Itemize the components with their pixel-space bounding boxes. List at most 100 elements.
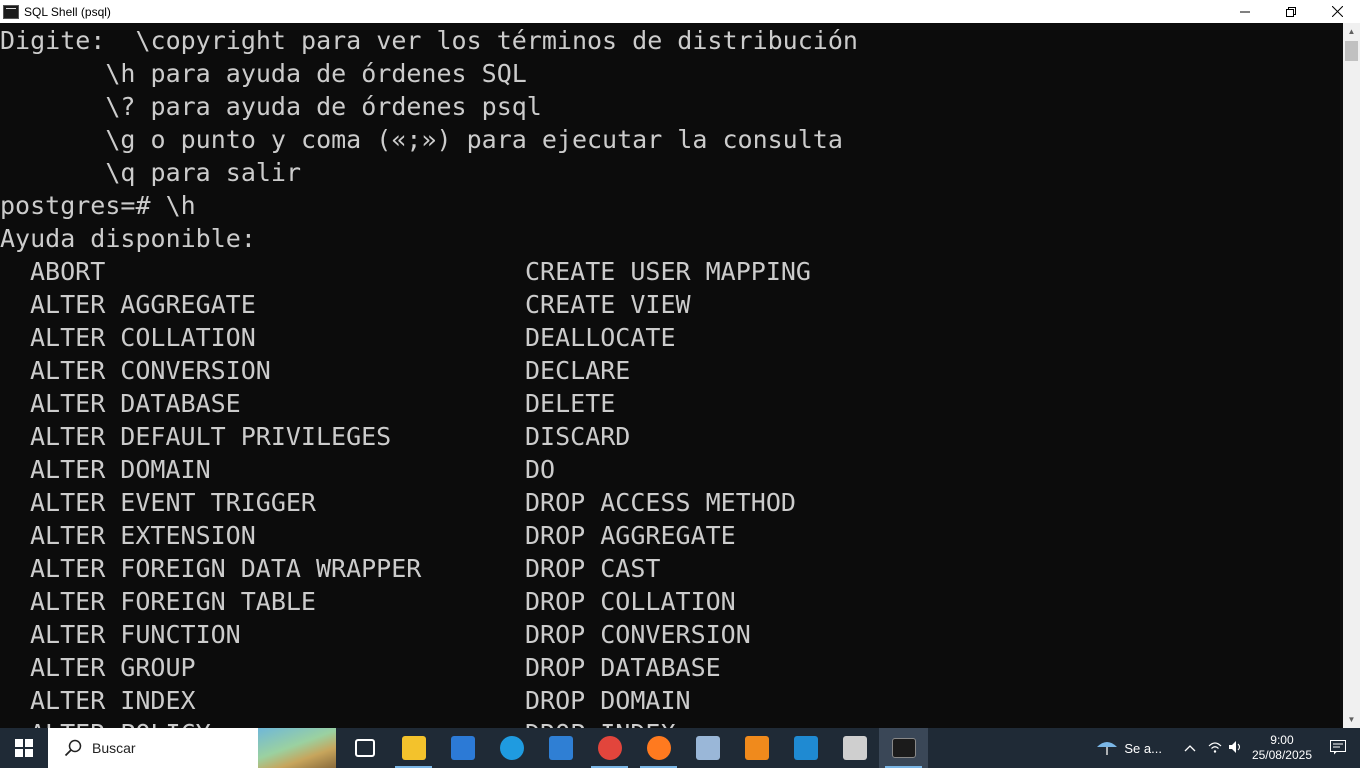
scroll-down-icon[interactable]: ▼ [1343,711,1360,728]
terminal-line: \g o punto y coma («;») para ejecutar la… [0,125,843,154]
close-icon [1331,6,1343,17]
help-command-left: ALTER CONVERSION [30,356,271,385]
virtualbox-icon [695,736,720,760]
help-row: ALTER FOREIGN TABLE DROP COLLATION [0,585,1343,618]
system-tray: Se a... 9:00 25/08/2025 [1096,728,1360,768]
help-command-left: ALTER FOREIGN DATA WRAPPER [30,554,422,583]
help-row: ALTER AGGREGATE CREATE VIEW [0,288,1343,321]
help-command-right: DROP DOMAIN [525,686,691,715]
vertical-scrollbar[interactable]: ▲ ▼ [1343,23,1360,728]
terminal-output[interactable]: Digite: \copyright para ver los términos… [0,23,1343,728]
help-command-right: DEALLOCATE [525,323,676,352]
restore-button[interactable] [1268,0,1314,23]
terminal-line: postgres=# \h [0,191,196,220]
weather-text[interactable]: Se a... [1124,741,1162,756]
window-title: SQL Shell (psql) [24,4,111,19]
terminal-line: \? para ayuda de órdenes psql [0,92,542,121]
help-command-right: DROP INDEX [525,717,676,728]
taskbar-app-task-view[interactable] [340,728,389,768]
search-placeholder: Buscar [92,740,136,756]
help-command-left: ALTER POLICY [30,717,211,728]
help-command-right: DELETE [525,389,616,418]
help-command-right: DECLARE [525,356,631,385]
help-command-right: DROP CONVERSION [525,620,751,649]
scrollbar-thumb[interactable] [1345,41,1358,61]
terminal-app-icon [3,4,19,19]
volume-icon[interactable] [1228,740,1244,757]
search-icon [62,737,84,759]
mail-icon [548,736,573,760]
search-highlight-image [258,728,336,768]
clock-time: 9:00 [1270,733,1294,747]
taskbar-app-sublime-text[interactable] [732,728,781,768]
help-row: ALTER FOREIGN DATA WRAPPER DROP CAST [0,552,1343,585]
help-row: ALTER EVENT TRIGGER DROP ACCESS METHOD [0,486,1343,519]
taskbar-app-edge[interactable] [487,728,536,768]
terminal-line: \q para salir [0,158,302,187]
help-command-left: ALTER GROUP [30,653,196,682]
task-view-icon [354,739,375,757]
clock[interactable]: 9:00 25/08/2025 [1252,733,1312,763]
help-command-right: DROP AGGREGATE [525,521,736,550]
help-row: ALTER DOMAIN DO [0,453,1343,486]
taskbar-app-microsoft-store[interactable] [438,728,487,768]
window-title-bar: SQL Shell (psql) [0,0,1360,23]
terminal-line: Digite: \copyright para ver los términos… [0,26,858,55]
microsoft-store-icon [450,736,475,760]
show-hidden-icons-chevron-icon[interactable] [1184,741,1196,755]
help-row: ALTER DEFAULT PRIVILEGES DISCARD [0,420,1343,453]
taskbar: Buscar Se a... 9:00 25/08/2025 [0,728,1360,768]
help-command-left: ALTER DATABASE [30,389,241,418]
taskbar-app-mail[interactable] [536,728,585,768]
taskbar-app-paint[interactable] [830,728,879,768]
help-command-right: CREATE USER MAPPING [525,257,811,286]
help-row: ALTER CONVERSION DECLARE [0,354,1343,387]
edge-icon [499,736,524,760]
network-icon[interactable] [1208,741,1222,756]
help-row: ALTER FUNCTION DROP CONVERSION [0,618,1343,651]
scroll-up-icon[interactable]: ▲ [1343,23,1360,40]
help-row: ALTER GROUP DROP DATABASE [0,651,1343,684]
firefox-icon [646,736,671,760]
clock-date: 25/08/2025 [1251,748,1312,762]
help-row: ALTER COLLATION DEALLOCATE [0,321,1343,354]
taskbar-app-vscode[interactable] [781,728,830,768]
restore-icon [1286,6,1296,17]
help-command-left: ALTER AGGREGATE [30,290,256,319]
chrome-icon [597,736,622,760]
help-command-right: DROP DATABASE [525,653,721,682]
start-button[interactable] [0,728,48,768]
terminal-line: \h para ayuda de órdenes SQL [0,59,527,88]
help-row: ALTER EXTENSION DROP AGGREGATE [0,519,1343,552]
notifications-icon[interactable] [1330,739,1346,758]
minimize-button[interactable] [1222,0,1268,23]
weather-icon[interactable] [1096,737,1118,760]
vscode-icon [793,736,818,760]
help-command-right: DISCARD [525,422,631,451]
taskbar-app-virtualbox[interactable] [683,728,732,768]
help-command-left: ABORT [30,257,106,286]
help-row: ALTER DATABASE DELETE [0,387,1343,420]
paint-icon [842,736,867,760]
help-row: ABORT CREATE USER MAPPING [0,255,1343,288]
taskbar-app-chrome[interactable] [585,728,634,768]
taskbar-app-terminal[interactable] [879,728,928,768]
help-row: ALTER INDEX DROP DOMAIN [0,684,1343,717]
taskbar-app-firefox[interactable] [634,728,683,768]
taskbar-app-file-explorer[interactable] [389,728,438,768]
help-command-left: ALTER EXTENSION [30,521,256,550]
help-command-right: DO [525,455,556,484]
help-command-right: DROP CAST [525,554,661,583]
help-row: ALTER POLICY DROP INDEX [0,717,1343,728]
terminal-icon [891,738,916,758]
help-command-left: ALTER INDEX [30,686,196,715]
close-button[interactable] [1314,0,1360,23]
help-command-right: DROP COLLATION [525,587,736,616]
help-command-left: ALTER FOREIGN TABLE [30,587,316,616]
minimize-icon [1240,11,1250,12]
help-command-left: ALTER DEFAULT PRIVILEGES [30,422,392,451]
taskbar-search-box[interactable]: Buscar [48,728,336,768]
help-command-left: ALTER FUNCTION [30,620,241,649]
help-command-left: ALTER COLLATION [30,323,256,352]
file-explorer-icon [401,736,426,760]
